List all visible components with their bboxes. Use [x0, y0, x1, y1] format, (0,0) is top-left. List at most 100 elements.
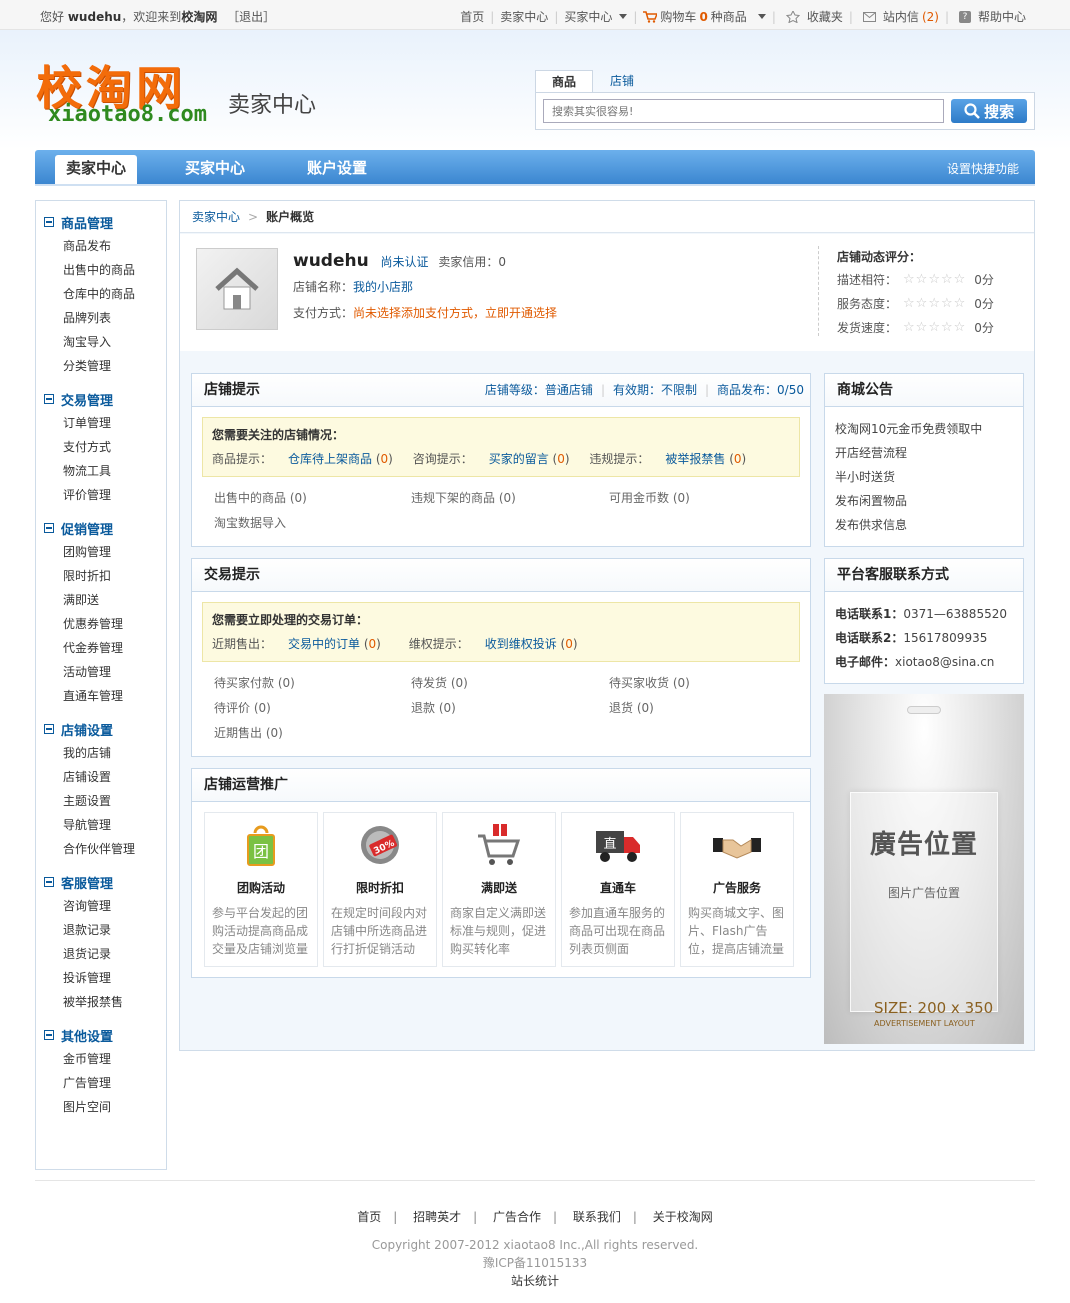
sidebar-item[interactable]: 投诉管理 — [63, 966, 166, 990]
promo-card-gift[interactable]: 满即送 商家自定义满即送标准与规则，促进购买转化率 — [442, 812, 556, 967]
search-button[interactable]: 搜索 — [951, 99, 1027, 123]
goods-quota-link[interactable]: 商品发布：0/50 — [717, 383, 804, 397]
stat-link[interactable]: 近期售出 (0) — [214, 724, 411, 743]
announcement-link[interactable]: 半小时送货 — [825, 465, 1023, 489]
sidebar-item[interactable]: 退款记录 — [63, 918, 166, 942]
ad-banner[interactable]: 廣告位置 图片广告位置 SIZE: 200 x 350 ADVERTISEMEN… — [824, 694, 1024, 1044]
search-tab-goods[interactable]: 商品 — [535, 70, 593, 92]
sidebar-item[interactable]: 优惠券管理 — [63, 612, 166, 636]
sidebar-group-header[interactable]: 商品管理 — [44, 213, 166, 232]
alert-count[interactable]: 0 — [557, 452, 565, 466]
sidebar-item[interactable]: 图片空间 — [63, 1095, 166, 1119]
sidebar-item[interactable]: 店铺设置 — [63, 765, 166, 789]
promo-card-express[interactable]: 直 直通车 参加直通车服务的商品可出现在商品列表页侧面 — [561, 812, 675, 967]
announcement-link[interactable]: 发布闲置物品 — [825, 489, 1023, 513]
nav-tab-buyer[interactable]: 买家中心 — [185, 150, 245, 184]
site-stats-link[interactable]: 站长统计 — [0, 1272, 1070, 1290]
quick-settings-link[interactable]: 设置快捷功能 — [947, 160, 1019, 177]
search-input[interactable] — [543, 99, 945, 123]
stat-link[interactable]: 待买家收货 (0) — [609, 674, 807, 693]
verify-link[interactable]: 尚未认证 — [381, 255, 429, 269]
footer-link[interactable]: 广告合作 — [493, 1210, 541, 1224]
stat-link[interactable]: 违规下架的商品 (0) — [411, 489, 609, 508]
sidebar-item[interactable]: 合作伙伴管理 — [63, 837, 166, 861]
sidebar-item[interactable]: 广告管理 — [63, 1071, 166, 1095]
sidebar-group-header[interactable]: 店铺设置 — [44, 720, 166, 739]
nav-tab-seller[interactable]: 卖家中心 — [55, 155, 137, 185]
stat-link[interactable]: 退货 (0) — [609, 699, 807, 718]
stat-link[interactable]: 出售中的商品 (0) — [214, 489, 411, 508]
alert-link-orders[interactable]: 交易中的订单 — [288, 637, 360, 651]
alert-link-warehouse[interactable]: 仓库待上架商品 — [288, 452, 372, 466]
sidebar-group-header[interactable]: 促销管理 — [44, 519, 166, 538]
sidebar-group-header[interactable]: 其他设置 — [44, 1026, 166, 1045]
sidebar-item[interactable]: 满即送 — [63, 588, 166, 612]
pay-setup-link[interactable]: 尚未选择添加支付方式，立即开通选择 — [353, 306, 557, 320]
footer-link[interactable]: 关于校淘网 — [653, 1210, 713, 1224]
shop-name-link[interactable]: 我的小店那 — [353, 280, 413, 294]
stat-link[interactable]: 淘宝数据导入 — [214, 514, 411, 533]
promo-card-group-buy[interactable]: 团 团购活动 参与平台发起的团购活动提高商品成交量及店铺浏览量 — [204, 812, 318, 967]
sidebar-item[interactable]: 商品发布 — [63, 234, 166, 258]
sidebar-item[interactable]: 退货记录 — [63, 942, 166, 966]
top-help-link[interactable]: ? 帮助中心 — [958, 8, 1026, 25]
sidebar-item[interactable]: 限时折扣 — [63, 564, 166, 588]
stat-link[interactable]: 可用金币数 (0) — [609, 489, 807, 508]
sidebar-item[interactable]: 团购管理 — [63, 540, 166, 564]
promo-card-ads[interactable]: 广告服务 购买商城文字、图片、Flash广告位，提高店铺流量 — [680, 812, 794, 967]
stat-link[interactable]: 待买家付款 (0) — [214, 674, 411, 693]
sidebar-item[interactable]: 我的店铺 — [63, 741, 166, 765]
sidebar-item[interactable]: 代金券管理 — [63, 636, 166, 660]
footer-link[interactable]: 首页 — [357, 1210, 381, 1224]
logout-link[interactable]: ［退出］ — [227, 10, 275, 24]
alert-link-reported[interactable]: 被举报禁售 — [665, 452, 725, 466]
alert-count[interactable]: 0 — [381, 452, 389, 466]
alert-link-complaints[interactable]: 收到维权投诉 — [485, 637, 557, 651]
announcement-link[interactable]: 开店经营流程 — [825, 441, 1023, 465]
top-home-link[interactable]: 首页 — [460, 8, 484, 25]
sidebar-item[interactable]: 被举报禁售 — [63, 990, 166, 1014]
sidebar-item[interactable]: 仓库中的商品 — [63, 282, 166, 306]
sidebar-item[interactable]: 活动管理 — [63, 660, 166, 684]
footer-link[interactable]: 招聘英才 — [413, 1210, 461, 1224]
sidebar-item[interactable]: 评价管理 — [63, 483, 166, 507]
sidebar-item[interactable]: 金币管理 — [63, 1047, 166, 1071]
nav-tab-account[interactable]: 账户设置 — [307, 150, 367, 184]
breadcrumb-root[interactable]: 卖家中心 — [192, 210, 240, 224]
contact-value[interactable]: xiotao8@sina.cn — [895, 655, 994, 669]
icp-license[interactable]: 豫ICP备11015133 — [0, 1254, 1070, 1272]
promo-card-discount[interactable]: 30% 限时折扣 在规定时间段内对店铺中所选商品进行打折促销活动 — [323, 812, 437, 967]
stat-link[interactable]: 退款 (0) — [411, 699, 609, 718]
sidebar-item[interactable]: 物流工具 — [63, 459, 166, 483]
footer-link[interactable]: 联系我们 — [573, 1210, 621, 1224]
search-tab-shop[interactable]: 店铺 — [593, 70, 651, 92]
sidebar-item[interactable]: 订单管理 — [63, 411, 166, 435]
sidebar-item[interactable]: 支付方式 — [63, 435, 166, 459]
sidebar-item[interactable]: 分类管理 — [63, 354, 166, 378]
sidebar-group-header[interactable]: 客服管理 — [44, 873, 166, 892]
alert-link-messages[interactable]: 买家的留言 — [489, 452, 549, 466]
top-buyer-dropdown[interactable]: 买家中心 — [564, 8, 628, 25]
sidebar-group-header[interactable]: 交易管理 — [44, 390, 166, 409]
top-messages-link[interactable]: 站内信 (2) — [862, 8, 939, 25]
site-logo[interactable]: 校淘网 xiaotao8.com — [36, 52, 216, 132]
shop-validity-link[interactable]: 有效期：不限制 — [613, 383, 697, 397]
sidebar-item[interactable]: 出售中的商品 — [63, 258, 166, 282]
sidebar-item[interactable]: 主题设置 — [63, 789, 166, 813]
sidebar-item[interactable]: 品牌列表 — [63, 306, 166, 330]
alert-count[interactable]: 0 — [734, 452, 742, 466]
sidebar-item[interactable]: 咨询管理 — [63, 894, 166, 918]
announcement-link[interactable]: 校淘网10元金币免费领取中 — [825, 417, 1023, 441]
top-seller-link[interactable]: 卖家中心 — [500, 8, 548, 25]
stat-link[interactable]: 待评价 (0) — [214, 699, 411, 718]
top-cart-dropdown[interactable]: 购物车 0 种商品 — [643, 8, 766, 25]
sidebar-item[interactable]: 直通车管理 — [63, 684, 166, 708]
avatar[interactable] — [196, 248, 278, 330]
announcement-link[interactable]: 发布供求信息 — [825, 513, 1023, 537]
sidebar-item[interactable]: 导航管理 — [63, 813, 166, 837]
shop-level-link[interactable]: 店铺等级：普通店铺 — [485, 383, 593, 397]
sidebar-item[interactable]: 淘宝导入 — [63, 330, 166, 354]
alert-count[interactable]: 0 — [565, 637, 573, 651]
stat-link[interactable]: 待发货 (0) — [411, 674, 609, 693]
alert-count[interactable]: 0 — [369, 637, 377, 651]
